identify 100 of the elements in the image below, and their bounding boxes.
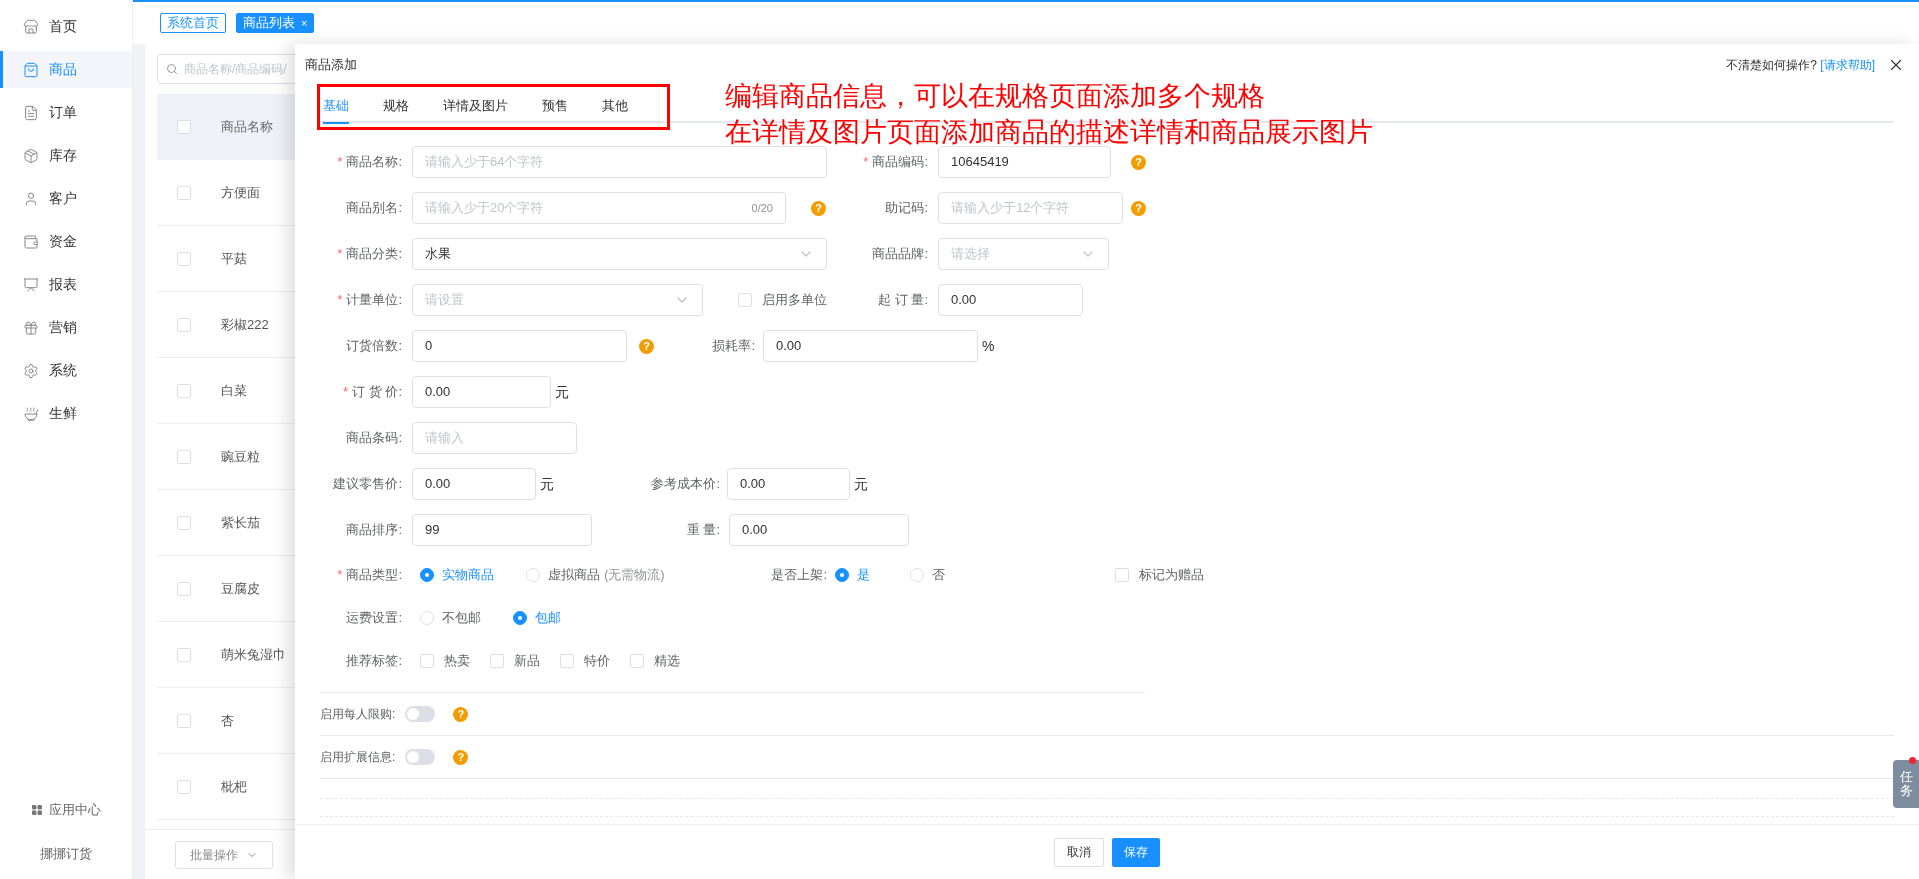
- table-cell-text: 枇杷: [221, 777, 247, 796]
- brand-name: 挪挪订货: [40, 844, 92, 863]
- checkbox[interactable]: [177, 449, 191, 464]
- input-field[interactable]: 0.00: [727, 468, 850, 500]
- form-tab[interactable]: 规格: [383, 90, 409, 124]
- field-label: 参考成本价:: [651, 475, 720, 494]
- batch-action-button[interactable]: 批量操作: [175, 840, 273, 869]
- chart-board-icon: [23, 276, 39, 293]
- sidebar-item[interactable]: 库存: [0, 137, 132, 174]
- checkbox[interactable]: [177, 647, 191, 662]
- annotation-text: 编辑商品信息，可以在规格页面添加多个规格: [725, 80, 1266, 113]
- input-field[interactable]: 0.00: [938, 284, 1083, 316]
- table-cell-text: 方便面: [221, 183, 260, 202]
- sidebar-item[interactable]: 生鲜: [0, 395, 132, 432]
- radio-label: 是: [857, 565, 870, 584]
- unit-label: 元: [555, 382, 569, 402]
- toggle-switch[interactable]: [405, 706, 436, 722]
- table-cell-text: 平菇: [221, 249, 247, 268]
- input-field[interactable]: 0.00: [729, 514, 909, 546]
- unit-label: %: [982, 336, 995, 356]
- grid-icon: [31, 803, 43, 816]
- app-center-link[interactable]: 应用中心: [31, 800, 101, 820]
- checkbox[interactable]: [560, 653, 574, 668]
- shop-icon: [23, 18, 39, 35]
- search-icon: [166, 63, 178, 75]
- checkbox[interactable]: [177, 251, 191, 266]
- bowl-icon: [23, 405, 39, 422]
- field-label: 助记码:: [885, 199, 928, 218]
- sidebar-item[interactable]: 订单: [0, 94, 132, 131]
- checkbox[interactable]: [177, 383, 191, 398]
- field-label: 商品品牌:: [872, 245, 928, 264]
- checkbox[interactable]: [177, 779, 191, 794]
- field-label: 重 量:: [686, 521, 720, 540]
- radio-button[interactable]: [513, 610, 527, 625]
- table-cell-text: 白菜: [221, 381, 247, 400]
- checkbox-label: 新品: [514, 651, 540, 670]
- input-field[interactable]: 0.00: [412, 376, 551, 408]
- radio-button[interactable]: [835, 567, 849, 582]
- user-icon: [23, 190, 39, 207]
- box-icon: [23, 147, 39, 164]
- document-icon: [23, 104, 39, 121]
- checkbox[interactable]: [177, 185, 191, 200]
- radio-label: 包邮: [535, 608, 561, 627]
- sidebar-item[interactable]: 系统: [0, 352, 132, 389]
- checkbox[interactable]: [177, 581, 191, 596]
- form-tab[interactable]: 详情及图片: [443, 90, 508, 124]
- field-label: 是否上架:: [771, 565, 827, 584]
- form-tab[interactable]: 其他: [602, 90, 628, 124]
- checkbox[interactable]: [177, 120, 191, 134]
- char-counter: 0/20: [751, 200, 773, 216]
- required-mark: *: [337, 245, 343, 264]
- input-field[interactable]: 0.00: [763, 330, 978, 362]
- select-field[interactable]: 水果: [412, 238, 827, 270]
- radio-label: 否: [932, 565, 945, 584]
- table-cell-text: 杏: [221, 711, 234, 730]
- checkbox[interactable]: [177, 713, 191, 728]
- checkbox-label: 标记为赠品: [1139, 565, 1204, 584]
- field-label: 启用每人限购:: [320, 706, 396, 723]
- field-label: 订 货 价:: [352, 383, 402, 402]
- radio-button[interactable]: [420, 567, 434, 582]
- table-cell-text: 萌米兔湿巾: [221, 645, 286, 664]
- input-field[interactable]: 99: [412, 514, 592, 546]
- gift-icon: [23, 319, 39, 336]
- required-mark: *: [337, 291, 343, 310]
- sidebar-item[interactable]: 报表: [0, 266, 132, 303]
- toggle-switch[interactable]: [405, 749, 436, 765]
- required-mark: *: [337, 153, 343, 172]
- form-tab[interactable]: 预售: [542, 90, 568, 124]
- sidebar-item[interactable]: 客户: [0, 180, 132, 217]
- input-field[interactable]: 10645419: [938, 146, 1111, 178]
- checkbox[interactable]: [420, 653, 434, 668]
- unit-label: 元: [854, 474, 868, 494]
- field-label: 商品分类:: [346, 245, 402, 264]
- required-mark: *: [343, 383, 349, 402]
- drawer-title: 商品添加: [305, 56, 357, 75]
- radio-label: 虚拟商品: [548, 565, 600, 584]
- checkbox[interactable]: [1115, 567, 1129, 582]
- sidebar-item[interactable]: 首页: [0, 8, 132, 45]
- field-label: 商品排序:: [346, 521, 402, 540]
- field-label: 起 订 量:: [878, 291, 928, 310]
- sidebar-item[interactable]: 营销: [0, 309, 132, 346]
- table-cell-text: 彩椒222: [221, 315, 269, 334]
- cancel-button[interactable]: 取消: [1054, 837, 1104, 867]
- field-label: 启用扩展信息:: [320, 749, 396, 766]
- required-mark: *: [337, 565, 343, 584]
- checkbox[interactable]: [490, 653, 504, 668]
- field-label: 商品名称:: [346, 153, 402, 172]
- input-field[interactable]: 0.00: [412, 468, 536, 500]
- field-label: 商品条码:: [346, 429, 402, 448]
- checkbox-label: 精选: [654, 651, 680, 670]
- input-field[interactable]: 0: [412, 330, 627, 362]
- checkbox[interactable]: [630, 653, 644, 668]
- checkbox-label: 特价: [584, 651, 610, 670]
- help-text: 不清楚如何操作?: [1726, 58, 1817, 72]
- radio-note: (无需物流): [604, 565, 665, 584]
- checkbox[interactable]: [738, 293, 752, 307]
- table-cell-text: 紫长茄: [221, 513, 260, 532]
- checkbox[interactable]: [177, 515, 191, 530]
- checkbox[interactable]: [177, 317, 191, 332]
- sidebar-item[interactable]: 资金: [0, 223, 132, 260]
